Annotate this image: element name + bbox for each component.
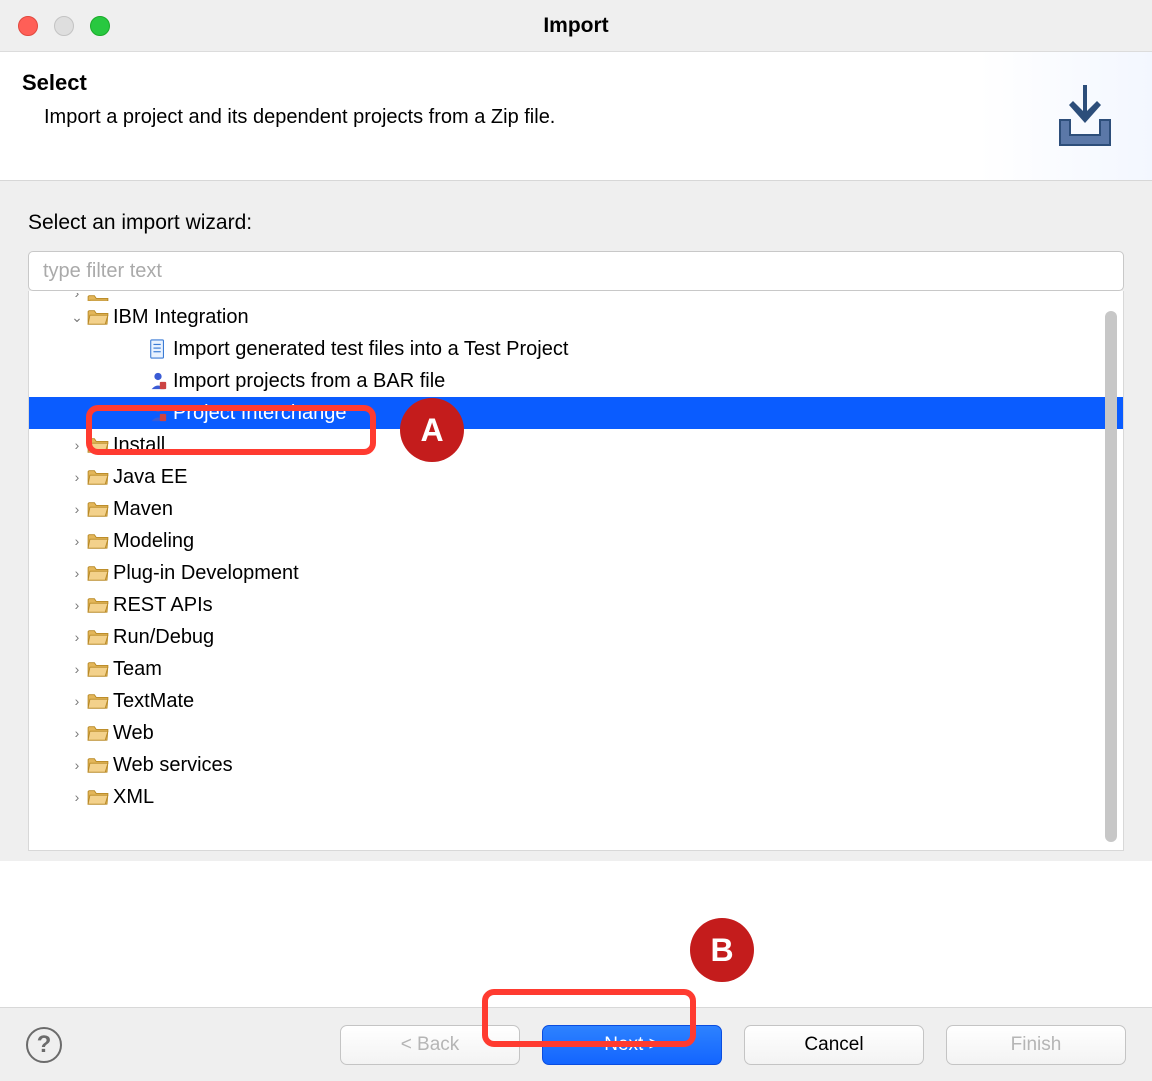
banner-description: Import a project and its dependent proje… bbox=[44, 106, 1040, 129]
scrollbar[interactable] bbox=[1105, 311, 1117, 842]
dialog-title: Import bbox=[0, 14, 1152, 38]
disclosure-icon[interactable]: › bbox=[69, 501, 85, 517]
minimize-window-button bbox=[54, 16, 74, 36]
titlebar: Import bbox=[0, 0, 1152, 52]
tree-item-label: XML bbox=[113, 786, 154, 809]
tree-item[interactable]: › Maven bbox=[29, 493, 1123, 525]
tree-item[interactable]: › Web bbox=[29, 717, 1123, 749]
tree-item-label: Install bbox=[113, 434, 165, 457]
disclosure-icon[interactable]: › bbox=[69, 789, 85, 805]
disclosure-icon[interactable]: ⌄ bbox=[69, 309, 85, 326]
tree-item-label: Maven bbox=[113, 498, 173, 521]
disclosure-icon[interactable]: › bbox=[69, 597, 85, 613]
tree-item-label: REST APIs bbox=[113, 594, 213, 617]
close-window-button[interactable] bbox=[18, 16, 38, 36]
main-area: Select an import wizard: › ⌄ IBM Integrati… bbox=[0, 181, 1152, 861]
tree-item[interactable]: Import generated test files into a Test … bbox=[29, 333, 1123, 365]
tree-item-label: IBM Integration bbox=[113, 306, 249, 329]
tree-item-label: Import projects from a BAR file bbox=[173, 370, 445, 393]
cancel-button[interactable]: Cancel bbox=[744, 1025, 924, 1065]
banner-title: Select bbox=[22, 70, 1040, 96]
finish-button: Finish bbox=[946, 1025, 1126, 1065]
back-button: < Back bbox=[340, 1025, 520, 1065]
tree-item[interactable]: › Team bbox=[29, 653, 1123, 685]
disclosure-icon[interactable]: › bbox=[69, 661, 85, 677]
tree-item-label: Java EE bbox=[113, 466, 187, 489]
disclosure-icon[interactable]: › bbox=[69, 533, 85, 549]
disclosure-icon[interactable]: › bbox=[69, 629, 85, 645]
disclosure-icon[interactable]: › bbox=[69, 437, 85, 453]
disclosure-icon[interactable]: › bbox=[69, 725, 85, 741]
help-button[interactable]: ? bbox=[26, 1027, 62, 1063]
next-button[interactable]: Next > bbox=[542, 1025, 722, 1065]
tree-item-label: Run/Debug bbox=[113, 626, 214, 649]
tree-item-label: Project Interchange bbox=[173, 402, 346, 425]
tree-item-label: TextMate bbox=[113, 690, 194, 713]
tree-item[interactable]: › REST APIs bbox=[29, 589, 1123, 621]
wizard-label: Select an import wizard: bbox=[28, 211, 1124, 235]
filter-input[interactable] bbox=[28, 251, 1124, 291]
tree-item[interactable]: Project Interchange bbox=[29, 397, 1123, 429]
tree-item[interactable]: › TextMate bbox=[29, 685, 1123, 717]
tree-container: › ⌄ IBM Integration Import generated test f… bbox=[28, 291, 1124, 851]
tree-item[interactable]: › Install bbox=[29, 429, 1123, 461]
tree-item[interactable]: › Run/Debug bbox=[29, 621, 1123, 653]
disclosure-icon[interactable]: › bbox=[69, 693, 85, 709]
tree-item[interactable]: › Java EE bbox=[29, 461, 1123, 493]
disclosure-icon[interactable]: › bbox=[69, 757, 85, 773]
tree-item-label: Import generated test files into a Test … bbox=[173, 338, 568, 361]
tree-item[interactable]: › Web services bbox=[29, 749, 1123, 781]
tree-item[interactable]: Import projects from a BAR file bbox=[29, 365, 1123, 397]
tree-item[interactable]: › XML bbox=[29, 781, 1123, 813]
tree-item-label: Modeling bbox=[113, 530, 194, 553]
tree-item[interactable]: › Plug-in Development bbox=[29, 557, 1123, 589]
tree-item-label: Web bbox=[113, 722, 154, 745]
maximize-window-button[interactable] bbox=[90, 16, 110, 36]
tree-item-label: Team bbox=[113, 658, 162, 681]
tree-item[interactable]: ⌄ IBM Integration bbox=[29, 301, 1123, 333]
tree-item-label: Web services bbox=[113, 754, 233, 777]
wizard-tree[interactable]: › ⌄ IBM Integration Import generated test f… bbox=[29, 291, 1123, 850]
footer: ? < Back Next > Cancel Finish bbox=[0, 1007, 1152, 1081]
dialog-banner: Select Import a project and its dependen… bbox=[0, 52, 1152, 181]
import-icon bbox=[1040, 70, 1130, 160]
traffic-lights bbox=[18, 16, 110, 36]
tree-item[interactable]: › Modeling bbox=[29, 525, 1123, 557]
tree-item-label: Plug-in Development bbox=[113, 562, 299, 585]
callout-label-b: B bbox=[690, 918, 754, 982]
disclosure-icon[interactable]: › bbox=[69, 469, 85, 485]
disclosure-icon[interactable]: › bbox=[69, 565, 85, 581]
